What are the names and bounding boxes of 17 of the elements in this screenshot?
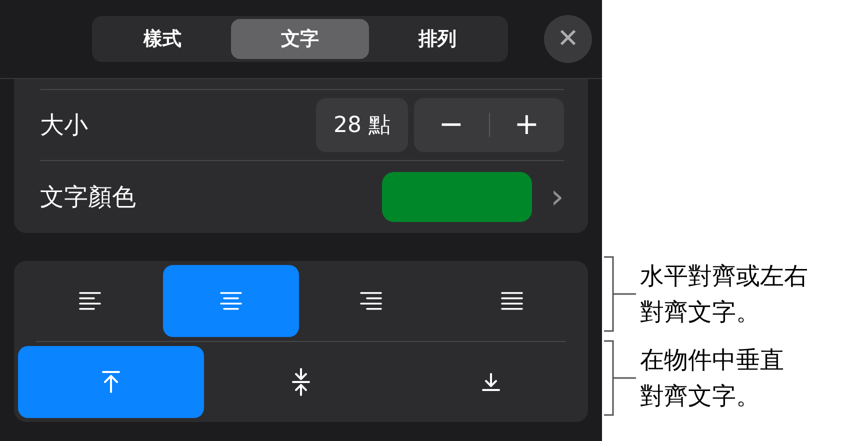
chevron-icon[interactable]: › [550, 180, 564, 214]
close-button[interactable]: ✕ [544, 15, 592, 63]
size-label: 大小 [40, 110, 89, 141]
text-color-label: 文字顏色 [40, 182, 137, 213]
align-middle-icon [290, 368, 312, 396]
tab[interactable]: 文字 [231, 19, 369, 59]
size-value[interactable]: 28 點 [316, 98, 408, 152]
horizontal-align-button[interactable] [162, 265, 299, 337]
callout-text: 在物件中垂直 對齊文字。 [640, 345, 784, 412]
decrement-button[interactable]: − [414, 110, 488, 140]
increment-button[interactable]: + [490, 110, 564, 140]
callout-text: 水平對齊或左右 對齊文字。 [640, 261, 808, 328]
tab[interactable]: 排列 [368, 19, 506, 59]
align-top-icon [100, 368, 122, 396]
color-swatch[interactable] [382, 172, 532, 222]
tab[interactable]: 樣式 [94, 19, 232, 59]
vertical-align-button[interactable] [18, 346, 204, 418]
